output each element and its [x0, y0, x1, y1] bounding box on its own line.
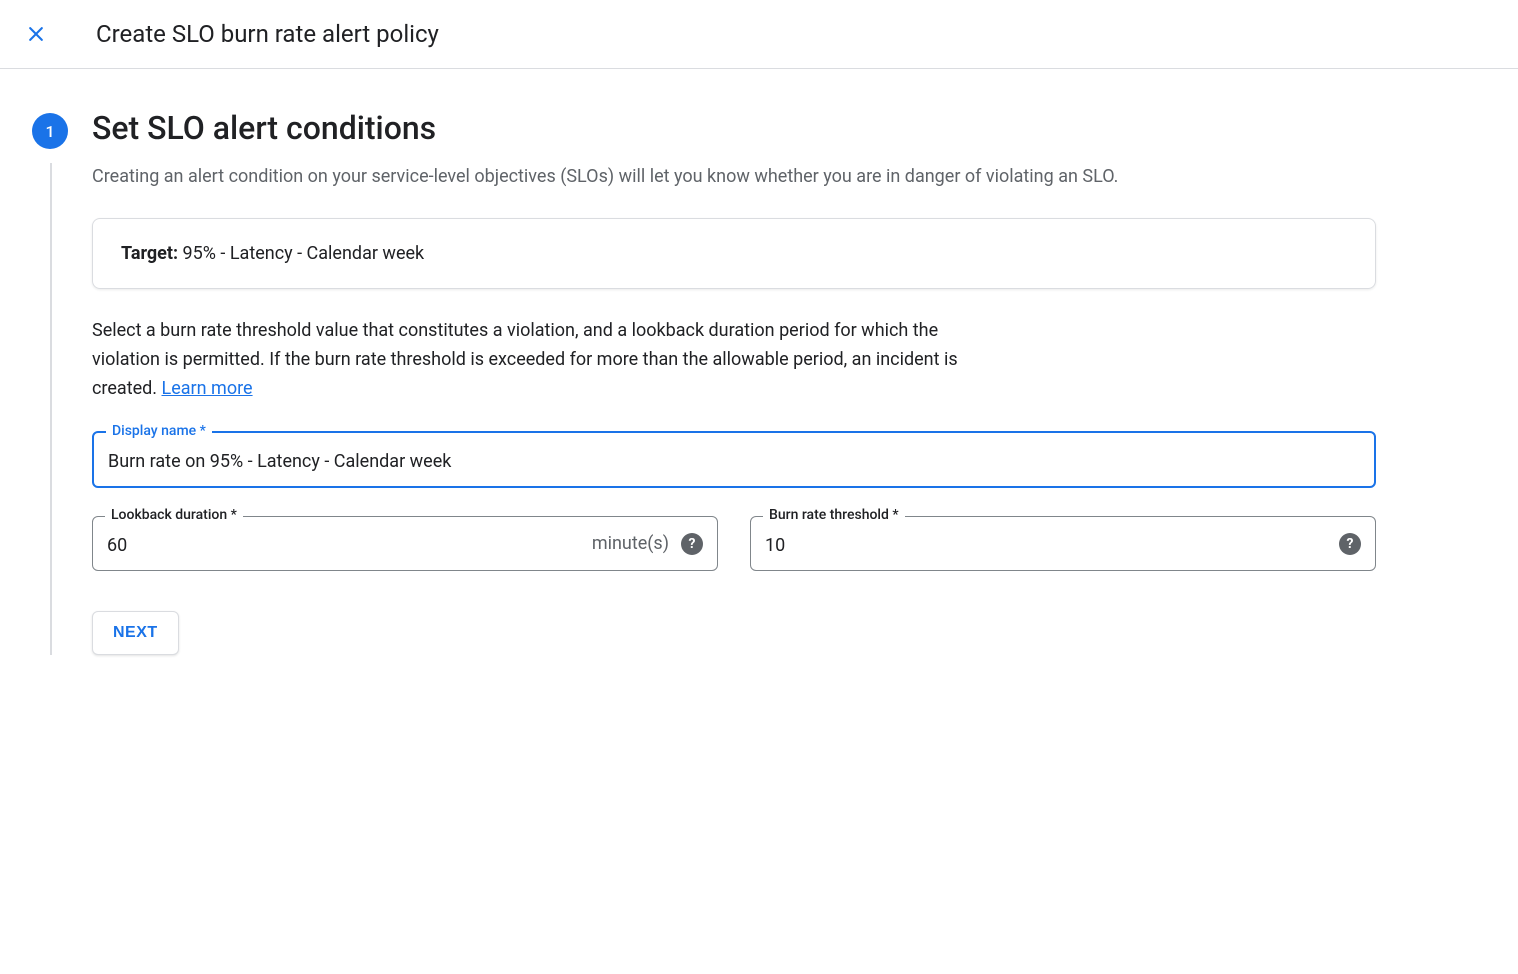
display-name-field[interactable]: Display name * [92, 431, 1376, 488]
page-title: Create SLO burn rate alert policy [96, 20, 439, 48]
target-value: 95% - Latency - Calendar week [178, 243, 424, 264]
step-content: Set SLO alert conditions Creating an ale… [92, 109, 1376, 655]
target-card: Target: 95% - Latency - Calendar week [92, 218, 1376, 289]
lookback-field[interactable]: Lookback duration * minute(s) ? [92, 516, 718, 571]
step-description: Creating an alert condition on your serv… [92, 163, 1376, 190]
display-name-label: Display name * [106, 423, 212, 439]
lookback-suffix: minute(s) [592, 533, 669, 554]
next-button[interactable]: NEXT [92, 611, 179, 655]
lookback-input[interactable] [93, 517, 592, 570]
step-number-badge: 1 [32, 113, 68, 149]
close-icon [26, 24, 46, 44]
display-name-input[interactable] [94, 433, 1374, 486]
learn-more-link[interactable]: Learn more [162, 378, 253, 399]
threshold-label: Burn rate threshold * [763, 507, 905, 523]
help-icon[interactable]: ? [681, 533, 703, 555]
main-content: 1 Set SLO alert conditions Creating an a… [0, 69, 1400, 695]
instruction-text: Select a burn rate threshold value that … [92, 317, 992, 403]
step-title: Set SLO alert conditions [92, 109, 1376, 147]
field-row: Lookback duration * minute(s) ? Burn rat… [92, 516, 1376, 571]
close-button[interactable] [24, 22, 48, 46]
step-row: 1 Set SLO alert conditions Creating an a… [32, 109, 1376, 655]
threshold-field[interactable]: Burn rate threshold * ? [750, 516, 1376, 571]
step-body: Creating an alert condition on your serv… [50, 163, 1376, 655]
threshold-input[interactable] [751, 517, 1339, 570]
help-icon[interactable]: ? [1339, 533, 1361, 555]
page-header: Create SLO burn rate alert policy [0, 0, 1518, 69]
lookback-label: Lookback duration * [105, 507, 243, 523]
target-label: Target: [121, 243, 178, 264]
